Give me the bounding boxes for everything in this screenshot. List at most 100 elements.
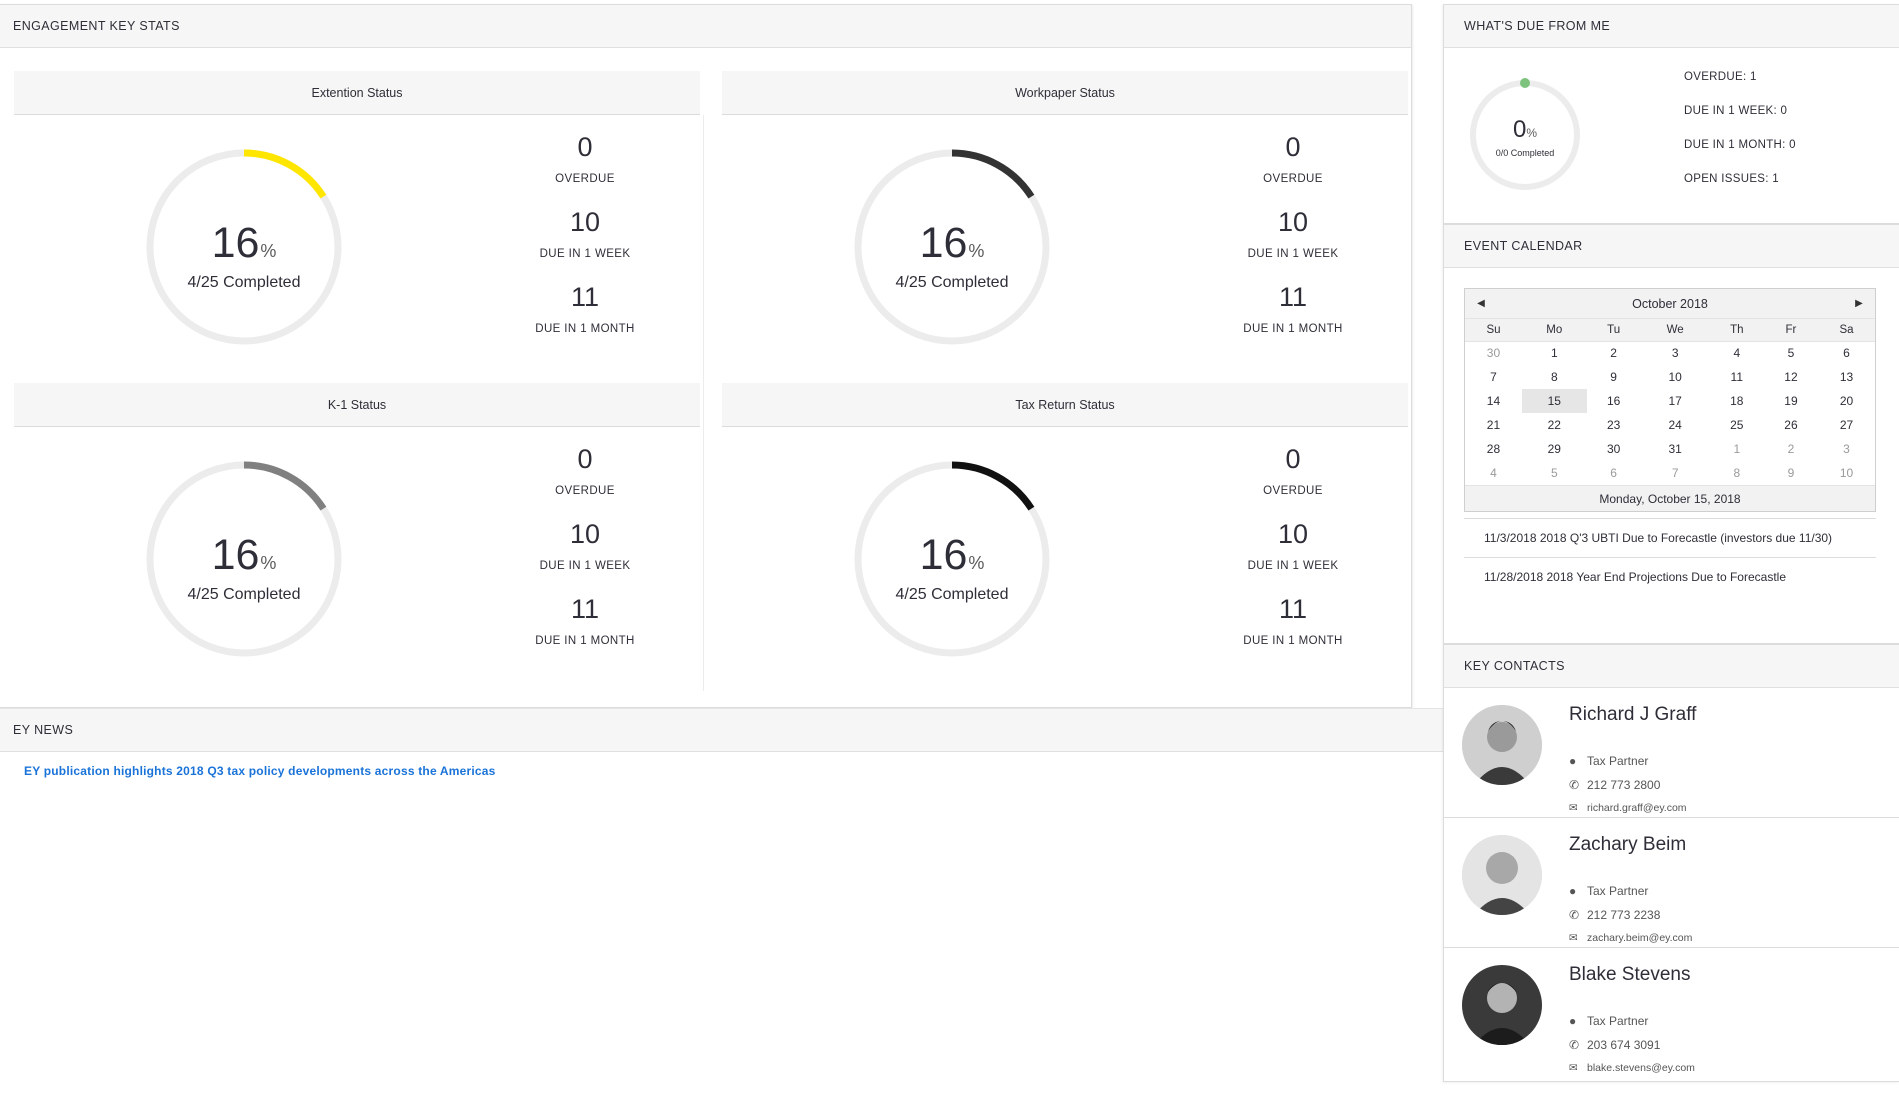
calendar-day[interactable]: 30 <box>1587 437 1641 461</box>
workpaper-status-card: Workpaper Status 16% 4/25 Completed 0 OV… <box>722 71 1408 379</box>
due-week-value: 10 <box>569 207 601 237</box>
event-item[interactable]: 11/28/2018 2018 Year End Projections Due… <box>1464 558 1876 596</box>
calendar-day[interactable]: 2 <box>1764 437 1818 461</box>
calendar-day[interactable]: 10 <box>1818 461 1875 485</box>
status-donut: 16% 4/25 Completed <box>854 149 1050 345</box>
calendar-day[interactable]: 4 <box>1465 461 1522 485</box>
status-counts: 0 OVERDUE 10 DUE IN 1 WEEK 11 DUE IN 1 M… <box>510 443 660 668</box>
due-week-label: DUE IN 1 WEEK <box>1247 560 1339 572</box>
calendar-day[interactable]: 3 <box>1818 437 1875 461</box>
extention-status-card: Extention Status 16% 4/25 Completed 0 OV… <box>14 71 700 379</box>
event-calendar-panel: EVENT CALENDAR ◀ October 2018 ▶ Su Mo Tu We… <box>1443 224 1899 644</box>
calendar-day[interactable]: 8 <box>1710 461 1764 485</box>
card-divider <box>703 115 704 691</box>
calendar-day[interactable]: 12 <box>1764 365 1818 389</box>
donut-completed-text: 4/25 Completed <box>895 586 1009 603</box>
calendar-day[interactable]: 3 <box>1640 340 1710 365</box>
overdue-count[interactable]: 0 OVERDUE <box>510 131 660 206</box>
due-month-count[interactable]: 11 DUE IN 1 MONTH <box>1218 593 1368 668</box>
status-counts: 0 OVERDUE 10 DUE IN 1 WEEK 11 DUE IN 1 M… <box>510 131 660 356</box>
contact-phone-text[interactable]: 212 773 2238 <box>1587 908 1660 922</box>
overdue-value: 0 <box>1285 444 1301 474</box>
calendar-day[interactable]: 18 <box>1710 389 1764 413</box>
due-week-value: 10 <box>1277 519 1309 549</box>
calendar-selected-date[interactable]: Monday, October 15, 2018 <box>1465 485 1875 511</box>
engagement-key-stats-panel: ENGAGEMENT KEY STATS Extention Status 16… <box>0 4 1412 708</box>
calendar-day[interactable]: 30 <box>1465 340 1522 365</box>
overdue-label: OVERDUE <box>1263 485 1323 497</box>
calendar-day[interactable]: 27 <box>1818 413 1875 437</box>
calendar-day[interactable]: 31 <box>1641 437 1710 461</box>
calendar-day[interactable]: 1 <box>1521 340 1587 365</box>
calendar-day[interactable]: 23 <box>1587 413 1641 437</box>
overdue-count[interactable]: 0 OVERDUE <box>1218 443 1368 518</box>
calendar-day[interactable]: 9 <box>1587 365 1641 389</box>
calendar-day[interactable]: 21 <box>1465 413 1522 437</box>
due-month-count[interactable]: 11 DUE IN 1 MONTH <box>510 281 660 356</box>
ey-news-header: EY NEWS <box>0 708 1443 752</box>
weekday-header: Th <box>1709 319 1764 341</box>
calendar-day[interactable]: 8 <box>1522 365 1587 389</box>
calendar-day[interactable]: 26 <box>1764 413 1818 437</box>
calendar-day[interactable]: 4 <box>1709 340 1764 365</box>
due-month-count[interactable]: 11 DUE IN 1 MONTH <box>1218 281 1368 356</box>
calendar-day[interactable]: 7 <box>1465 365 1522 389</box>
calendar-day[interactable]: 15 <box>1521 389 1587 413</box>
envelope-icon: ✉ <box>1569 802 1578 814</box>
calendar-day[interactable]: 1 <box>1710 437 1764 461</box>
due-week-label: DUE IN 1 WEEK <box>1247 248 1339 260</box>
calendar-day[interactable]: 13 <box>1818 365 1875 389</box>
calendar-day[interactable]: 17 <box>1641 389 1710 413</box>
contact-role: ● Tax Partner <box>1569 1014 1648 1028</box>
contact-card: Zachary Beim ● Tax Partner ✆ 212 773 2238 … <box>1444 818 1899 948</box>
calendar-day[interactable]: 16 <box>1587 389 1641 413</box>
news-link[interactable]: EY publication highlights 2018 Q3 tax po… <box>24 764 496 778</box>
calendar-day[interactable]: 6 <box>1587 461 1641 485</box>
calendar-month-title[interactable]: October 2018 <box>1632 297 1708 311</box>
weekday-header: We <box>1640 319 1710 341</box>
contact-phone-text[interactable]: 203 674 3091 <box>1587 1038 1660 1052</box>
contact-email-text[interactable]: richard.graff@ey.com <box>1587 802 1687 814</box>
due-week-count[interactable]: 10 DUE IN 1 WEEK <box>1218 206 1368 281</box>
calendar-day[interactable]: 25 <box>1710 413 1764 437</box>
due-week-count[interactable]: 10 DUE IN 1 WEEK <box>510 206 660 281</box>
contact-card: Richard J Graff ● Tax Partner ✆ 212 773 28… <box>1444 688 1899 818</box>
card-title: Extention Status <box>14 71 700 115</box>
due-week-count[interactable]: 10 DUE IN 1 WEEK <box>510 518 660 593</box>
contact-phone-text[interactable]: 212 773 2800 <box>1587 778 1660 792</box>
card-title: K-1 Status <box>14 383 700 427</box>
calendar-day[interactable]: 29 <box>1522 437 1587 461</box>
calendar-day[interactable]: 5 <box>1522 461 1587 485</box>
contact-role-text: Tax Partner <box>1587 884 1649 898</box>
calendar-day[interactable]: 5 <box>1763 340 1818 365</box>
whats-due-header: WHAT'S DUE FROM ME <box>1444 5 1899 48</box>
calendar-day[interactable]: 9 <box>1764 461 1818 485</box>
caret-left-icon[interactable]: ◀ <box>1475 298 1487 309</box>
calendar-day[interactable]: 19 <box>1764 389 1818 413</box>
calendar-day[interactable]: 14 <box>1465 389 1522 413</box>
calendar-day[interactable]: 6 <box>1817 340 1875 365</box>
contact-email: ✉ blake.stevens@ey.com <box>1569 1062 1695 1074</box>
status-donut: 16% 4/25 Completed <box>146 149 342 345</box>
calendar-day[interactable]: 22 <box>1522 413 1587 437</box>
due-month-count[interactable]: 11 DUE IN 1 MONTH <box>510 593 660 668</box>
overdue-count[interactable]: 0 OVERDUE <box>1218 131 1368 206</box>
overdue-count[interactable]: 0 OVERDUE <box>510 443 660 518</box>
calendar-day[interactable]: 20 <box>1818 389 1875 413</box>
contact-email-text[interactable]: zachary.beim@ey.com <box>1587 932 1692 944</box>
overdue-value: 0 <box>1285 132 1301 162</box>
contact-email-text[interactable]: blake.stevens@ey.com <box>1587 1062 1695 1074</box>
calendar-day[interactable]: 28 <box>1465 437 1522 461</box>
calendar-day[interactable]: 11 <box>1710 365 1764 389</box>
event-list: 11/3/2018 2018 Q'3 UBTI Due to Forecastl… <box>1464 518 1876 596</box>
user-icon: ● <box>1569 1014 1577 1028</box>
caret-right-icon[interactable]: ▶ <box>1853 298 1865 309</box>
due-week-count[interactable]: 10 DUE IN 1 WEEK <box>1218 518 1368 593</box>
avatar <box>1462 835 1542 915</box>
envelope-icon: ✉ <box>1569 1062 1578 1074</box>
calendar-day[interactable]: 10 <box>1641 365 1710 389</box>
calendar-day[interactable]: 2 <box>1586 340 1641 365</box>
calendar-day[interactable]: 7 <box>1641 461 1710 485</box>
event-item[interactable]: 11/3/2018 2018 Q'3 UBTI Due to Forecastl… <box>1464 519 1876 558</box>
calendar-day[interactable]: 24 <box>1641 413 1710 437</box>
